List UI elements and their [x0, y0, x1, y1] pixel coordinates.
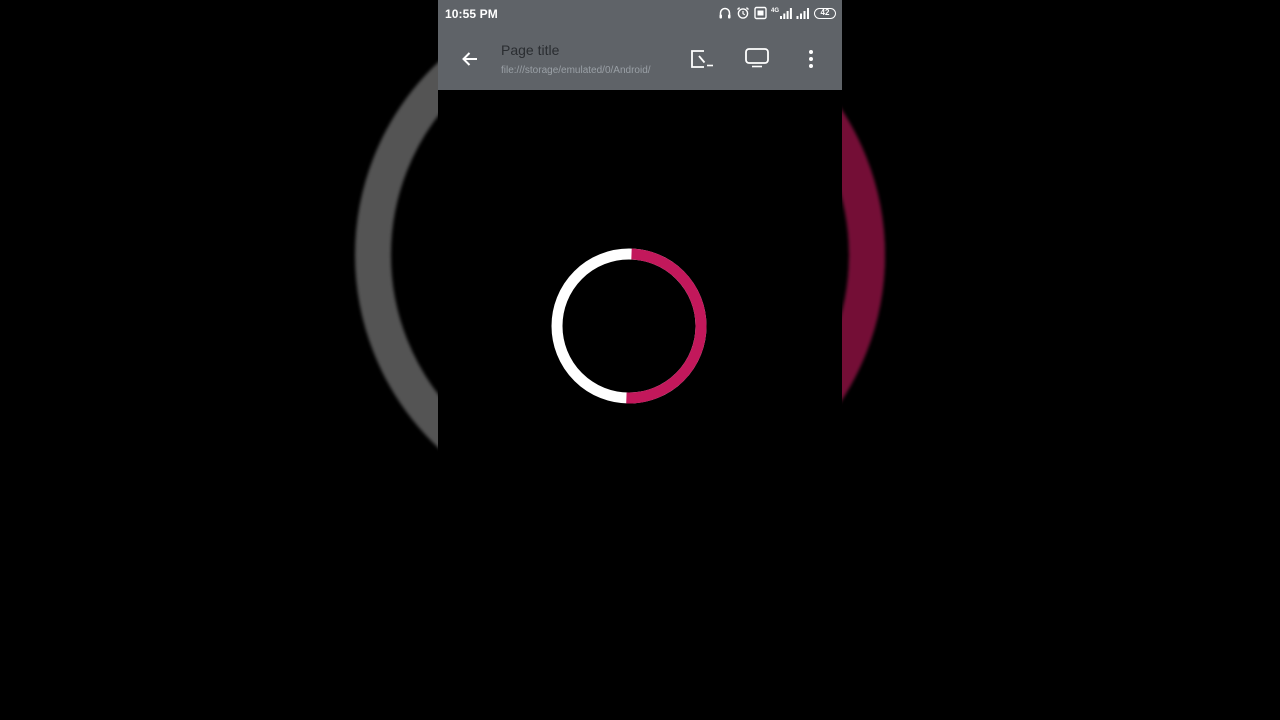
headphones-icon — [719, 7, 731, 19]
tab-switcher-icon — [745, 48, 769, 68]
screen: 10:55 PM 4G 42 Page title file:///storag… — [0, 0, 1280, 720]
network-type-label: 4G — [770, 7, 779, 14]
battery-icon: 42 — [814, 7, 836, 19]
alarm-clock-icon — [737, 7, 749, 19]
battery-level: 42 — [820, 8, 830, 17]
phone-screen: 10:55 PM 4G 42 Page title file:///storag… — [438, 0, 842, 720]
more-vert-icon — [809, 50, 813, 68]
browser-toolbar: Page title file:///storage/emulated/0/An… — [438, 27, 842, 90]
network-type-icon: 4G — [770, 7, 792, 19]
arrow-left-icon — [462, 52, 477, 66]
sim-card-icon — [754, 6, 767, 20]
tab-switcher-button[interactable] — [739, 40, 775, 76]
status-icons: 4G 42 — [718, 5, 836, 21]
status-bar: 10:55 PM 4G 42 — [438, 0, 842, 27]
page-url: file:///storage/emulated/0/Android/ — [501, 65, 651, 76]
open-in-browser-button[interactable] — [685, 41, 721, 77]
signal-strength-icon-sim2 — [796, 7, 809, 19]
back-button[interactable] — [452, 41, 488, 77]
page-title: Page title — [501, 42, 560, 58]
signal-strength-icon-sim1 — [780, 7, 792, 19]
status-time: 10:55 PM — [445, 7, 498, 21]
page-content — [438, 90, 842, 720]
open-external-icon — [691, 50, 713, 68]
overflow-menu-button[interactable] — [793, 41, 829, 77]
loading-spinner — [551, 248, 707, 404]
